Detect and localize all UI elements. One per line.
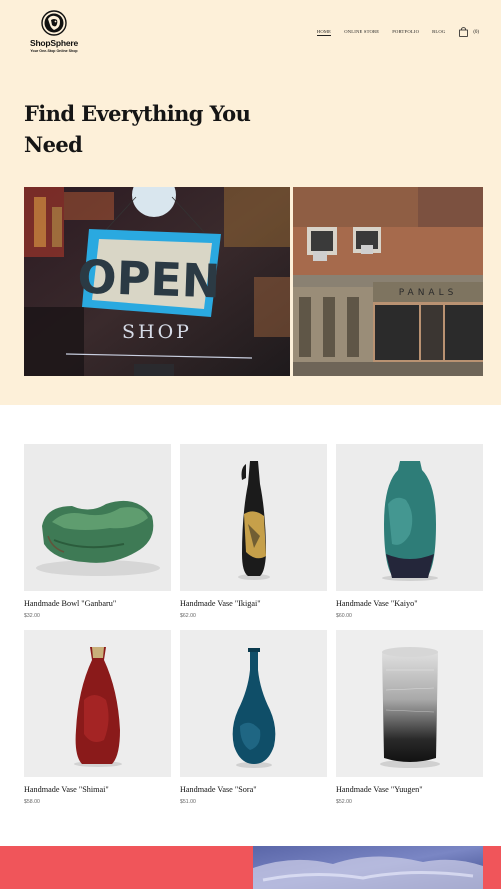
- product-image: [24, 444, 171, 591]
- product-price: $32.00: [24, 613, 40, 619]
- brand-name: ShopSphere: [29, 38, 79, 48]
- product-image: [336, 630, 483, 777]
- product-image: [180, 630, 327, 777]
- product-price: $62.00: [180, 613, 196, 619]
- main-nav: HOME ONLINE STORE PORTFOLIO BLOG (0): [304, 27, 479, 37]
- nav-home[interactable]: HOME: [316, 29, 332, 36]
- building-sign-text: PANALS: [399, 288, 458, 298]
- product-image: [336, 444, 483, 591]
- product-name: Handmade Vase "Ikigai": [180, 599, 261, 608]
- product-card-kaiyo[interactable]: Handmade Vase "Kaiyo" $60.00: [336, 444, 483, 619]
- nav-portfolio[interactable]: PORTFOLIO: [392, 29, 419, 35]
- hero-section: ShopSphere Your One-Stop Online Shop HOM…: [0, 0, 501, 405]
- product-price: $52.00: [336, 799, 352, 805]
- product-price: $60.00: [336, 613, 352, 619]
- product-name: Handmade Vase "Kaiyo": [336, 599, 418, 608]
- sky-photo: [253, 846, 483, 889]
- product-card-shimai[interactable]: Handmade Vase "Shimai" $58.00: [24, 630, 171, 805]
- nav-blog[interactable]: BLOG: [432, 29, 445, 35]
- nav-online-store[interactable]: ONLINE STORE: [344, 29, 379, 35]
- product-card-yuugen[interactable]: Handmade Vase "Yuugen" $52.00: [336, 630, 483, 805]
- hero-headline: Find Everything You Need: [24, 101, 251, 157]
- cart-button[interactable]: (0): [459, 27, 479, 37]
- product-card-sora[interactable]: Handmade Vase "Sora" $51.00: [180, 630, 327, 805]
- shop-sign-text: SHOP: [122, 321, 192, 343]
- product-name: Handmade Vase "Sora": [180, 785, 257, 794]
- product-name: Handmade Vase "Shimai": [24, 785, 109, 794]
- shopping-bag-icon: [459, 27, 469, 37]
- brand-tagline: Your One-Stop Online Shop: [30, 49, 78, 53]
- brand-logo[interactable]: ShopSphere Your One-Stop Online Shop: [24, 10, 84, 53]
- product-card-ganbaru[interactable]: Handmade Bowl "Ganbaru" $32.00: [24, 444, 171, 619]
- product-image: [180, 444, 327, 591]
- product-name: Handmade Bowl "Ganbaru": [24, 599, 117, 608]
- product-image: [24, 630, 171, 777]
- open-sign-text: OPEN: [77, 250, 222, 309]
- lion-logo-icon: [41, 10, 67, 36]
- open-sign-photo: OPEN SHOP: [24, 187, 290, 376]
- product-price: $58.00: [24, 799, 40, 805]
- product-price: $51.00: [180, 799, 196, 805]
- building-photo: PANALS: [293, 187, 483, 376]
- cart-count: (0): [473, 29, 479, 35]
- product-name: Handmade Vase "Yuugen": [336, 785, 423, 794]
- product-card-ikigai[interactable]: Handmade Vase "Ikigai" $62.00: [180, 444, 327, 619]
